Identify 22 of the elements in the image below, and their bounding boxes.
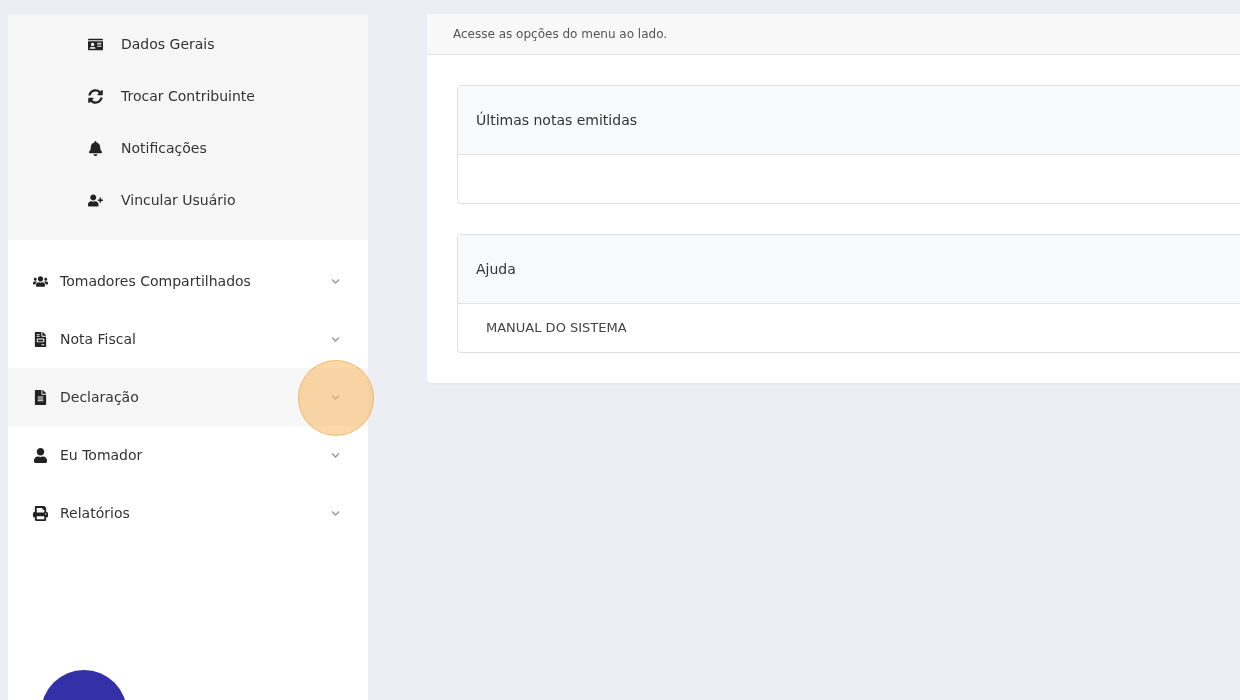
intro-text: Acesse as opções do menu ao lado. bbox=[453, 27, 668, 41]
sidebar-label: Relatórios bbox=[60, 505, 131, 521]
manual-link[interactable]: MANUAL DO SISTEMA bbox=[486, 320, 1212, 335]
sidebar-item[interactable]: Tomadores Compartilhados bbox=[8, 252, 368, 310]
users-icon bbox=[30, 273, 50, 289]
user-plus-icon bbox=[85, 192, 105, 208]
sidebar-item[interactable]: Nota Fiscal bbox=[8, 310, 368, 368]
submenu-item[interactable]: Vincular Usuário bbox=[8, 174, 368, 226]
sidebar-label: Declaração bbox=[60, 389, 140, 405]
panel-title: Últimas notas emitidas bbox=[476, 112, 637, 128]
sync-icon bbox=[85, 88, 105, 104]
submenu-item[interactable]: Dados Gerais bbox=[8, 18, 368, 70]
submenu-item[interactable]: Trocar Contribuinte bbox=[8, 70, 368, 122]
panel-title: Ajuda bbox=[476, 261, 516, 277]
sidebar-item[interactable]: Eu Tomador bbox=[8, 426, 368, 484]
sidebar-label: Eu Tomador bbox=[60, 447, 144, 463]
printer-icon bbox=[30, 505, 50, 521]
sidebar-item[interactable]: Relatórios bbox=[8, 484, 368, 542]
sidebar-label: Nota Fiscal bbox=[60, 331, 137, 347]
sidebar-label: Tomadores Compartilhados bbox=[60, 273, 252, 289]
id-card-icon bbox=[85, 36, 105, 52]
submenu-item[interactable]: Notificações bbox=[8, 122, 368, 174]
